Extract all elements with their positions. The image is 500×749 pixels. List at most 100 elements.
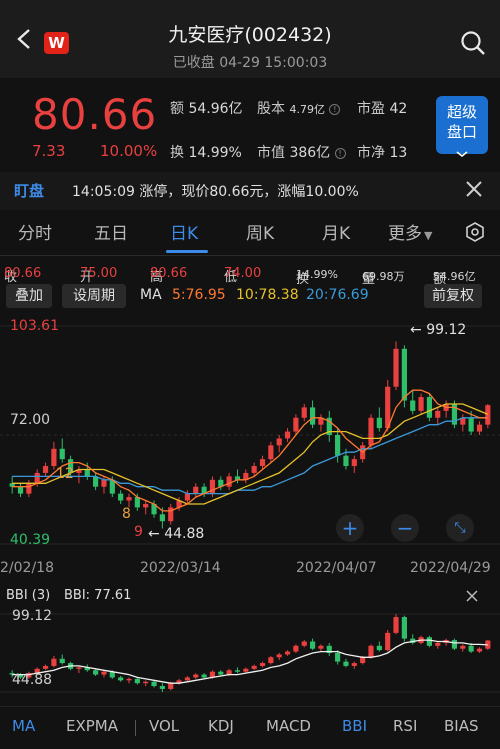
candle-body xyxy=(143,503,149,508)
indicator-tab-rsi[interactable]: RSI xyxy=(393,717,417,735)
tab-more[interactable]: 更多 ▼ xyxy=(388,219,432,244)
price-change: 7.33 xyxy=(32,142,66,160)
candle-body xyxy=(401,348,407,401)
td-seq-label: 9 xyxy=(134,524,143,540)
candle-body xyxy=(426,397,433,418)
candle-body xyxy=(259,663,266,666)
tab-daily-k[interactable]: 日K xyxy=(170,219,198,244)
candle-body xyxy=(42,466,49,473)
td-seq-label: 8 xyxy=(122,506,131,522)
candle-body xyxy=(151,681,157,687)
period-tabs: 分时 五日 日K 周K 月K 更多 ▼ xyxy=(0,210,500,256)
indicator-tab-bbi[interactable]: BBI xyxy=(342,717,367,735)
close-icon[interactable] xyxy=(465,180,483,198)
candle-body xyxy=(401,617,407,639)
indicator-tab-bias[interactable]: BIAS xyxy=(444,717,479,735)
search-icon[interactable] xyxy=(460,30,486,56)
alert-text: 14:05:09 涨停，现价80.66元，涨幅10.00% xyxy=(72,184,359,200)
candle-body xyxy=(118,493,124,501)
candle-body xyxy=(468,645,474,652)
indicator-tab-expma[interactable]: EXPMA xyxy=(66,717,118,735)
indicator-tab-macd[interactable]: MACD xyxy=(266,717,311,735)
candle-body xyxy=(118,677,124,681)
candle-body xyxy=(318,645,324,649)
indicator-tab-ma[interactable]: MA xyxy=(12,717,35,735)
dropdown-triangle-icon: ▼ xyxy=(424,229,433,242)
ma20-line xyxy=(12,417,488,495)
candle-body xyxy=(268,657,274,664)
candle-body xyxy=(93,476,99,487)
candle-body xyxy=(59,658,65,664)
candle-body xyxy=(159,686,165,689)
tab-weekly-k[interactable]: 周K xyxy=(246,219,274,244)
watch-alert-bar[interactable]: 盯盘 14:05:09 涨停，现价80.66元，涨幅10.00% xyxy=(0,172,500,210)
stock-title: 九安医疗(002432) xyxy=(168,24,332,46)
candle-body xyxy=(309,407,316,425)
tab-monthly-k[interactable]: 月K xyxy=(322,219,350,244)
price-change-pct: 10.00% xyxy=(100,142,158,160)
y-axis-bottom-label: 40.39 xyxy=(10,532,51,548)
candle-body xyxy=(343,455,349,467)
indicator-tabs: MA EXPMA VOL KDJ MACD BBI RSI BIAS xyxy=(0,706,500,749)
bbi-subchart[interactable]: BBI (3) BBI: 77.61 99.12 44.88 xyxy=(0,586,500,706)
candle-body xyxy=(393,348,399,387)
bbi-svg xyxy=(0,613,500,693)
tab-five-day[interactable]: 五日 xyxy=(94,219,128,244)
candle-body xyxy=(468,417,474,432)
fullscreen-expand-icon[interactable]: ⤡ xyxy=(446,514,474,542)
candle-body xyxy=(168,683,174,689)
adjust-button[interactable]: 前复权 xyxy=(424,284,482,308)
kline-chart[interactable]: 103.61 72.00 40.39 ← 99.12 ← 44.88 12 8 … xyxy=(0,312,500,582)
candle-body xyxy=(251,466,257,473)
ohlc-row: 收 80.66 开 75.00 高 80.66 低 74.00 换 14.99%… xyxy=(4,266,476,287)
date-label: 2/02/18 xyxy=(0,560,54,576)
candle-body xyxy=(226,476,232,487)
candle-body xyxy=(251,665,257,669)
zoom-in-button[interactable]: + xyxy=(336,514,364,542)
date-label: 2022/04/07 xyxy=(296,560,377,576)
candle-body xyxy=(418,397,424,411)
candle-body xyxy=(360,657,366,664)
bbi-value: BBI: 77.61 xyxy=(64,588,132,603)
candle-body xyxy=(51,658,57,666)
candle-body xyxy=(376,417,382,429)
close-icon[interactable] xyxy=(466,590,478,602)
candle-body xyxy=(234,670,241,672)
candle-body xyxy=(301,641,307,646)
top-header: W 九安医疗(002432) 已收盘 04-29 15:00:03 xyxy=(0,0,500,78)
candle-body xyxy=(59,448,65,460)
candle-body xyxy=(126,497,132,501)
indicator-tab-kdj[interactable]: KDJ xyxy=(208,717,234,735)
candle-body xyxy=(393,617,399,633)
set-period-button[interactable]: 设周期 xyxy=(62,284,126,308)
market-status: 已收盘 04-29 15:00:03 xyxy=(172,55,328,71)
candle-body xyxy=(376,645,382,651)
indicator-tab-vol[interactable]: VOL xyxy=(149,717,179,735)
candle-body xyxy=(385,632,391,651)
amount-stat: 额 54.96亿 xyxy=(170,101,243,117)
candle-body xyxy=(143,681,149,684)
ma5-value: 5:76.95 xyxy=(172,287,226,303)
bbi-title: BBI (3) xyxy=(6,588,51,603)
candle-body xyxy=(476,648,483,652)
candle-body xyxy=(268,445,274,460)
candle-body xyxy=(51,448,57,467)
overlay-button[interactable]: 叠加 xyxy=(6,284,52,308)
ma10-line xyxy=(12,403,489,505)
candle-body xyxy=(276,654,282,658)
date-label: 2022/03/14 xyxy=(140,560,221,576)
super-orderbook-button[interactable]: 超级 盘口 xyxy=(436,96,488,158)
date-label: 2022/04/29 xyxy=(410,560,491,576)
zoom-out-button[interactable]: − xyxy=(391,514,419,542)
bbi-y-bottom: 44.88 xyxy=(12,672,53,688)
ma5-line xyxy=(12,389,488,512)
candle-body xyxy=(435,410,441,418)
watch-tag: 盯盘 xyxy=(14,182,45,200)
candle-body xyxy=(84,469,90,477)
candle-body xyxy=(485,405,491,425)
tab-intraday[interactable]: 分时 xyxy=(18,219,52,244)
candle-body xyxy=(351,663,357,666)
y-axis-mid-label: 72.00 xyxy=(10,412,51,428)
candle-body xyxy=(193,486,199,494)
settings-gear-icon[interactable] xyxy=(465,222,485,242)
